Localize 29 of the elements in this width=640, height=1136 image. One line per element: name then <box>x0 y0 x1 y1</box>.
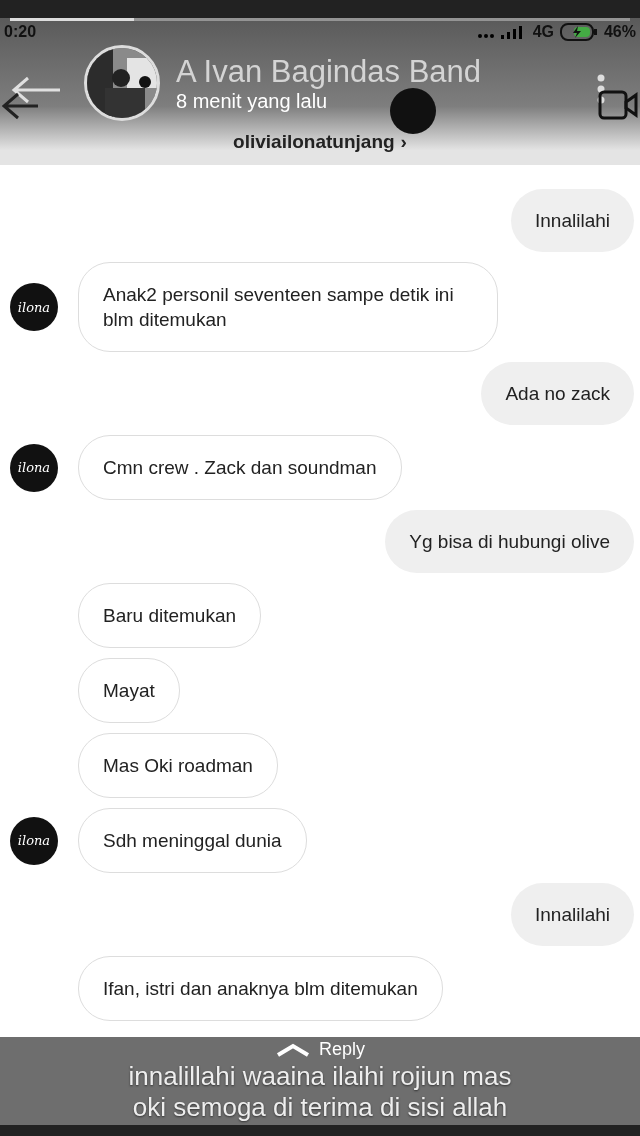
battery-percent: 46% <box>603 23 636 41</box>
clock: 0:20 <box>4 23 37 41</box>
message-bubble: Innalilahi <box>511 883 634 946</box>
battery-icon <box>559 23 598 41</box>
message-bubble: Baru ditemukan <box>78 583 262 648</box>
chevron: › <box>400 131 407 153</box>
message-bubble: Ifan, istri dan anaknya blm ditemukan <box>78 956 443 1021</box>
message-bubble: Mas Oki roadman <box>78 733 278 798</box>
video-camera-icon[interactable] <box>598 90 638 120</box>
message-bubble: Yg bisa di hubungi olive <box>385 510 634 573</box>
message-bubble: Sdh meninggal dunia <box>78 808 307 873</box>
story-title: A Ivan Bagindas Band <box>176 53 482 90</box>
username-link[interactable]: oliviailonatunjang <box>233 131 395 153</box>
menu-icon[interactable] <box>596 74 606 104</box>
chevron-up-icon <box>275 1042 311 1057</box>
caption-text: oki semoga di terima di sisi allah <box>132 1092 508 1123</box>
profile-dot-icon <box>390 88 436 134</box>
avatar: ilona <box>10 816 58 865</box>
message-bubble: Cmn crew . Zack dan soundman <box>78 435 402 500</box>
message-bubble: Innalilahi <box>511 189 634 252</box>
story-time: 8 menit yang lalu <box>176 89 328 113</box>
caption-text: innalillahi waaina ilaihi rojiun mas <box>128 1061 512 1092</box>
network-label: 4G <box>532 23 554 41</box>
avatar: ilona <box>10 443 58 492</box>
reply-button[interactable]: Reply <box>275 1039 365 1060</box>
message-bubble: Mayat <box>78 658 180 723</box>
avatar: ilona <box>10 283 58 331</box>
message-bubble: Ada no zack <box>481 362 634 425</box>
message-bubble: Anak2 personil seventeen sampe detik ini blm ditemukan <box>78 262 498 352</box>
